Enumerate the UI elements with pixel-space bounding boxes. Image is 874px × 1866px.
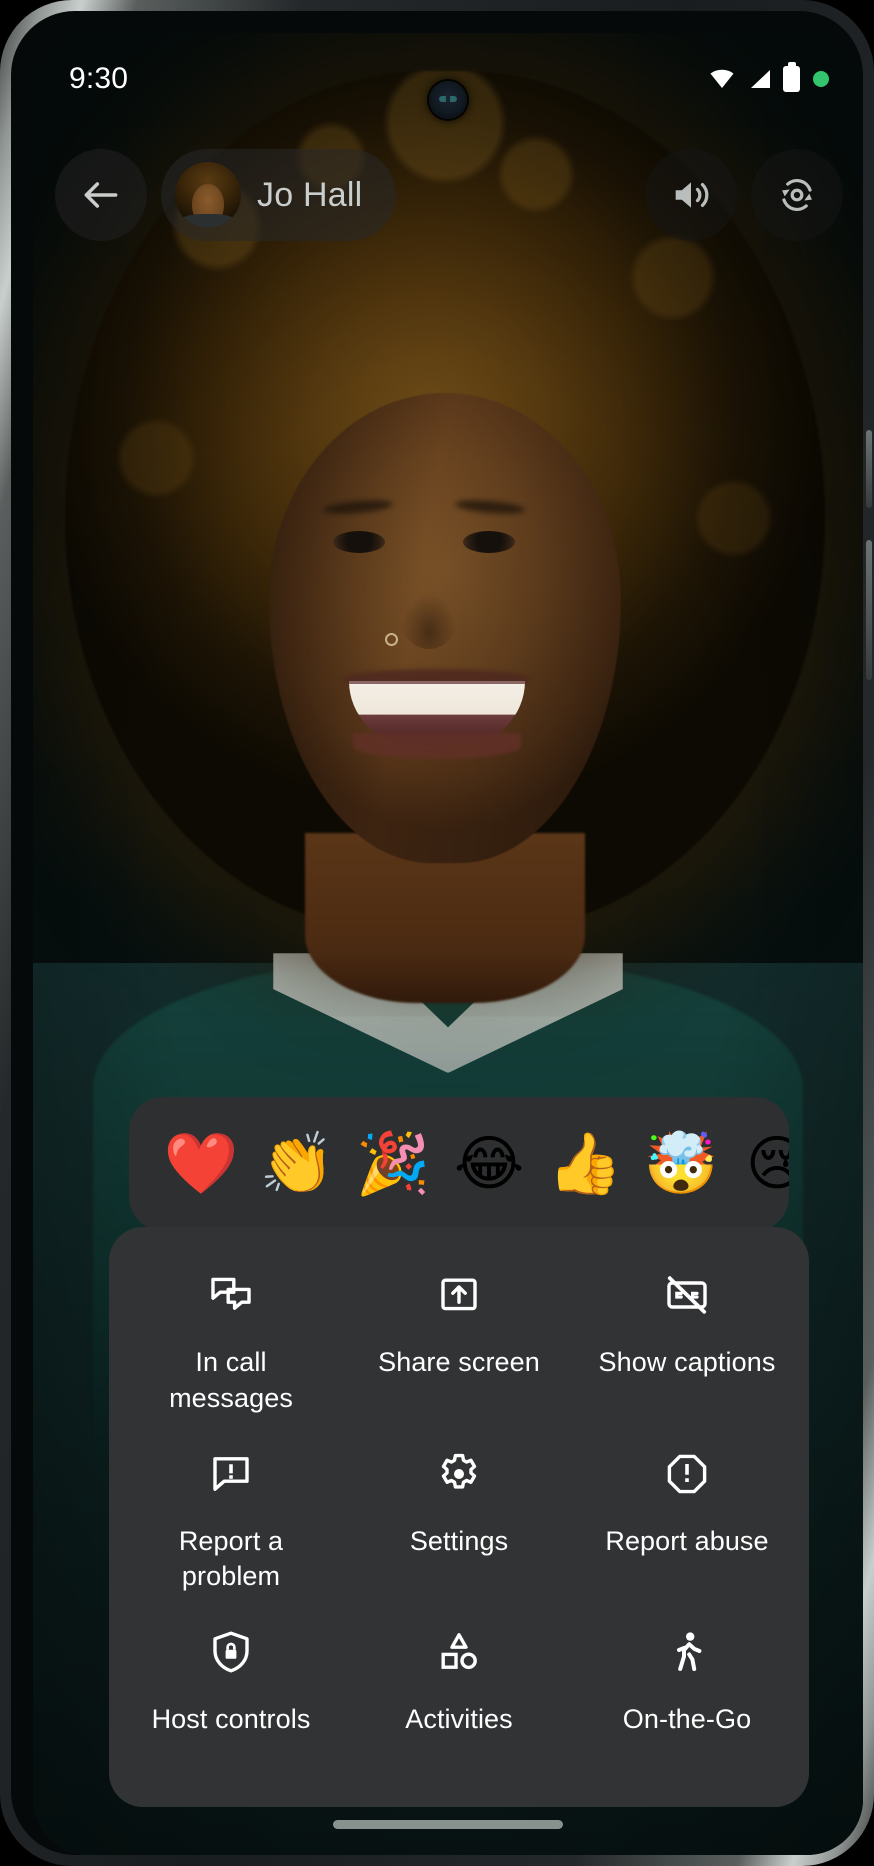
reaction-thumbs-up[interactable]: 👍 [537, 1116, 633, 1212]
share-screen-icon [435, 1271, 483, 1319]
menu-label: Host controls [151, 1704, 311, 1735]
cellular-signal-icon [751, 70, 770, 88]
flip-camera-icon [782, 179, 812, 211]
flip-camera-button[interactable] [751, 149, 843, 241]
menu-item-on-the-go[interactable]: On-the-Go [573, 1602, 801, 1781]
menu-item-show-captions[interactable]: Show captions [573, 1245, 801, 1424]
menu-label: On-the-Go [622, 1704, 752, 1735]
avatar [175, 162, 241, 228]
report-abuse-icon [663, 1450, 711, 1498]
back-arrow-icon [84, 182, 118, 208]
back-button[interactable] [55, 149, 147, 241]
reactions-bar[interactable]: ❤️ 👏 🎉 😂 👍 🤯 😢 [129, 1097, 789, 1231]
reaction-clap[interactable]: 👏 [249, 1116, 345, 1212]
report-problem-icon [207, 1450, 255, 1498]
speaker-icon [675, 182, 709, 208]
menu-item-settings[interactable]: Settings [345, 1424, 573, 1603]
battery-icon [783, 62, 800, 92]
menu-label: In call messages [169, 1347, 293, 1413]
volume-button[interactable] [866, 540, 872, 680]
menu-item-report-abuse[interactable]: Report abuse [573, 1424, 801, 1603]
phone-screen: 9:30 Jo Hall ❤️ 👏 🎉 😂 👍 🤯 😢 In call mess… [33, 33, 863, 1855]
menu-item-report-a-problem[interactable]: Report a problem [117, 1424, 345, 1603]
front-camera-punch-hole [429, 81, 467, 119]
reaction-heart[interactable]: ❤️ [153, 1116, 249, 1212]
phone-bezel: 9:30 Jo Hall ❤️ 👏 🎉 😂 👍 🤯 😢 In call mess… [11, 11, 863, 1855]
speaker-button[interactable] [645, 149, 737, 241]
menu-label: Show captions [598, 1347, 776, 1377]
gear-icon [435, 1450, 483, 1498]
menu-item-host-controls[interactable]: Host controls [117, 1602, 345, 1781]
menu-label: Report a problem [178, 1525, 284, 1592]
menu-label: Activities [405, 1704, 513, 1735]
call-top-bar: Jo Hall [33, 145, 863, 245]
camera-active-indicator [813, 71, 829, 87]
reaction-mind-blown[interactable]: 🤯 [633, 1116, 729, 1212]
power-button[interactable] [866, 430, 872, 508]
shapes-icon [435, 1628, 483, 1676]
status-bar-clock: 9:30 [69, 62, 129, 95]
participant-chip[interactable]: Jo Hall [161, 149, 397, 241]
participant-name: Jo Hall [257, 175, 363, 214]
call-options-menu: In call messages Share screen Show capti… [109, 1227, 809, 1807]
reaction-joy[interactable]: 😂 [441, 1116, 537, 1212]
reaction-crying[interactable]: 😢 [729, 1116, 789, 1212]
menu-label: Report abuse [605, 1525, 769, 1556]
menu-item-in-call-messages[interactable]: In call messages [117, 1245, 345, 1424]
status-bar-icons [707, 62, 829, 92]
chat-bubbles-icon [207, 1271, 255, 1319]
captions-off-icon [663, 1271, 711, 1319]
menu-label: Settings [409, 1525, 509, 1556]
reaction-party-popper[interactable]: 🎉 [345, 1116, 441, 1212]
menu-item-activities[interactable]: Activities [345, 1602, 573, 1781]
menu-label: Share screen [378, 1347, 540, 1377]
shield-lock-icon [207, 1628, 255, 1676]
menu-item-share-screen[interactable]: Share screen [345, 1245, 573, 1424]
walking-person-icon [663, 1628, 711, 1676]
wifi-icon [710, 69, 734, 88]
phone-frame: 9:30 Jo Hall ❤️ 👏 🎉 😂 👍 🤯 😢 In call mess… [0, 0, 874, 1866]
navigation-gesture-handle[interactable] [333, 1820, 563, 1829]
